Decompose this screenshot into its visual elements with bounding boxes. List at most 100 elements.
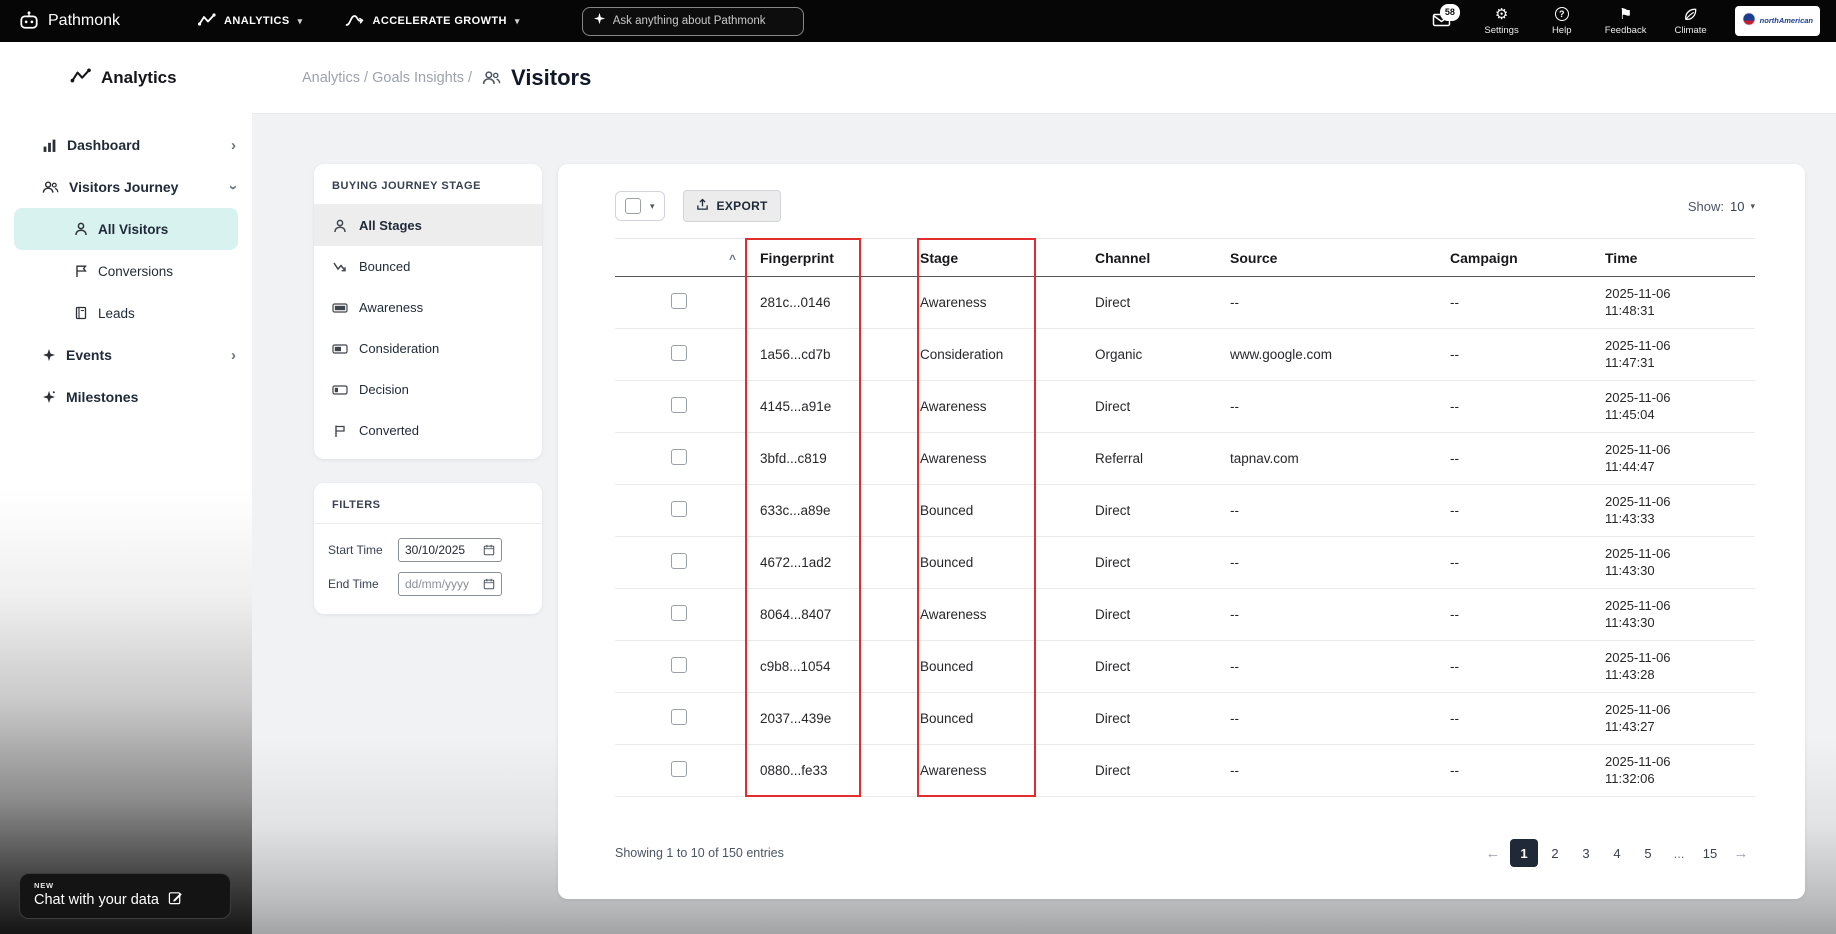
- stage-filter-decision[interactable]: Decision: [314, 369, 542, 410]
- menu-analytics[interactable]: ANALYTICS ▾: [197, 12, 302, 30]
- chat-with-data-button[interactable]: NEW Chat with your data: [19, 873, 231, 919]
- help-icon: ?: [1554, 7, 1569, 21]
- sidebar-item-milestones[interactable]: Milestones: [0, 376, 252, 418]
- sidebar: Analytics Dashboard › Visitors Journey ›: [0, 42, 252, 934]
- sidebar-item-conversions[interactable]: Conversions: [0, 250, 252, 292]
- export-button[interactable]: EXPORT: [682, 190, 781, 222]
- topbar-search[interactable]: [581, 6, 804, 36]
- table-row[interactable]: 8064...8407 Awareness Direct -- -- 2025-…: [615, 588, 1755, 641]
- calendar-icon[interactable]: [483, 578, 495, 590]
- cell-stage: Awareness: [920, 607, 987, 622]
- col-fingerprint[interactable]: Fingerprint: [760, 238, 920, 277]
- sidebar-item-leads[interactable]: Leads: [0, 292, 252, 334]
- page-button-2[interactable]: 2: [1541, 839, 1569, 867]
- stage-filter-bounced[interactable]: Bounced: [314, 246, 542, 287]
- menu-accelerate-growth[interactable]: ACCELERATE GROWTH ▾: [345, 13, 520, 30]
- row-checkbox[interactable]: [671, 397, 687, 413]
- partner-label: northAmerican: [1759, 15, 1813, 25]
- sparkle-icon: [42, 348, 56, 362]
- sort-indicator[interactable]: ^: [729, 252, 736, 266]
- breadcrumb-path[interactable]: Analytics / Goals Insights /: [302, 70, 472, 86]
- export-label: EXPORT: [716, 199, 768, 213]
- end-time-label: End Time: [328, 577, 379, 591]
- table-row[interactable]: 4672...1ad2 Bounced Direct -- -- 2025-11…: [615, 536, 1755, 589]
- cell-fingerprint: c9b8...1054: [760, 659, 831, 674]
- stage-filter-all-stages[interactable]: All Stages: [314, 205, 542, 246]
- cell-stage: Awareness: [920, 399, 987, 414]
- cell-stage: Awareness: [920, 763, 987, 778]
- growth-line-icon: [345, 13, 365, 30]
- table-row[interactable]: 2037...439e Bounced Direct -- -- 2025-11…: [615, 692, 1755, 745]
- col-channel[interactable]: Channel: [1095, 238, 1230, 277]
- partner-logo[interactable]: northAmerican: [1734, 6, 1820, 36]
- table-row[interactable]: 4145...a91e Awareness Direct -- -- 2025-…: [615, 380, 1755, 433]
- brand[interactable]: Pathmonk: [18, 10, 120, 32]
- cell-fingerprint: 8064...8407: [760, 607, 832, 622]
- sidebar-header: Analytics: [0, 42, 252, 114]
- search-input[interactable]: [612, 15, 793, 27]
- cell-fingerprint: 1a56...cd7b: [760, 347, 831, 362]
- table-row[interactable]: 1a56...cd7b Consideration Organic www.go…: [615, 328, 1755, 381]
- table-row[interactable]: 281c...0146 Awareness Direct -- -- 2025-…: [615, 276, 1755, 329]
- row-checkbox[interactable]: [671, 345, 687, 361]
- page-button-1[interactable]: 1: [1510, 839, 1538, 867]
- table-row[interactable]: 0880...fe33 Awareness Direct -- -- 2025-…: [615, 744, 1755, 797]
- chevron-right-icon: ›: [231, 136, 236, 154]
- feedback-button[interactable]: ⚑ Feedback: [1605, 6, 1647, 37]
- page-button-3[interactable]: 3: [1572, 839, 1600, 867]
- calendar-icon[interactable]: [483, 544, 495, 556]
- table-row[interactable]: 3bfd...c819 Awareness Referral tapnav.co…: [615, 432, 1755, 485]
- bulk-select-control[interactable]: ▾: [615, 191, 665, 221]
- page-ellipsis: ...: [1673, 845, 1685, 861]
- page-button-15[interactable]: 15: [1696, 839, 1724, 867]
- next-page-button[interactable]: →: [1727, 839, 1755, 867]
- prev-page-button[interactable]: ←: [1479, 839, 1507, 867]
- stage-filter-converted[interactable]: Converted: [314, 410, 542, 451]
- visitors-table: ^ Fingerprint Stage Channel Source Campa…: [615, 238, 1755, 797]
- partner-emblem-icon: [1742, 12, 1756, 31]
- sidebar-item-events[interactable]: Events ›: [0, 334, 252, 376]
- start-time-input[interactable]: 30/10/2025: [398, 538, 502, 562]
- table-header-row: ^ Fingerprint Stage Channel Source Campa…: [615, 238, 1755, 277]
- topbar: Pathmonk ANALYTICS ▾ ACCELERATE GROWTH ▾…: [0, 0, 1836, 42]
- sidebar-item-dashboard[interactable]: Dashboard ›: [0, 124, 252, 166]
- table-row[interactable]: 633c...a89e Bounced Direct -- -- 2025-11…: [615, 484, 1755, 537]
- page-button-5[interactable]: 5: [1634, 839, 1662, 867]
- row-checkbox[interactable]: [671, 761, 687, 777]
- ledger-icon: [74, 306, 88, 320]
- cell-channel: Direct: [1095, 295, 1131, 310]
- page-title: Visitors: [511, 64, 592, 90]
- sidebar-item-visitors-journey[interactable]: Visitors Journey ›: [0, 166, 252, 208]
- help-button[interactable]: ? Help: [1547, 6, 1577, 36]
- bounce-arrow-icon: [332, 260, 348, 274]
- chevron-down-icon: ▾: [650, 200, 655, 211]
- panel-title: FILTERS: [314, 483, 542, 524]
- col-time[interactable]: Time: [1605, 238, 1755, 277]
- row-checkbox[interactable]: [671, 449, 687, 465]
- table-row[interactable]: c9b8...1054 Bounced Direct -- -- 2025-11…: [615, 640, 1755, 693]
- cell-fingerprint: 4672...1ad2: [760, 555, 832, 570]
- settings-button[interactable]: ⚙ Settings: [1484, 6, 1518, 37]
- row-checkbox[interactable]: [671, 501, 687, 517]
- cell-source: --: [1230, 295, 1239, 310]
- row-checkbox[interactable]: [671, 553, 687, 569]
- col-stage[interactable]: Stage: [920, 238, 1095, 277]
- cell-channel: Organic: [1095, 347, 1143, 362]
- col-campaign[interactable]: Campaign: [1450, 238, 1605, 277]
- page-button-4[interactable]: 4: [1603, 839, 1631, 867]
- cell-time: 2025-11-06 11:43:30: [1605, 588, 1755, 641]
- notifications-button[interactable]: 58: [1426, 4, 1460, 29]
- page-size-select[interactable]: Show: 10 ▾: [1688, 199, 1755, 214]
- sidebar-item-all-visitors[interactable]: All Visitors: [14, 208, 238, 250]
- stage-filter-consideration[interactable]: Consideration: [314, 328, 542, 369]
- row-checkbox[interactable]: [671, 293, 687, 309]
- row-checkbox[interactable]: [671, 657, 687, 673]
- select-all-checkbox[interactable]: [625, 198, 641, 214]
- row-checkbox[interactable]: [671, 709, 687, 725]
- row-checkbox[interactable]: [671, 605, 687, 621]
- climate-button[interactable]: Climate: [1674, 6, 1707, 36]
- col-source[interactable]: Source: [1230, 238, 1450, 277]
- cell-source: --: [1230, 711, 1239, 726]
- end-time-input[interactable]: dd/mm/yyyy: [398, 572, 502, 596]
- stage-filter-awareness[interactable]: Awareness: [314, 287, 542, 328]
